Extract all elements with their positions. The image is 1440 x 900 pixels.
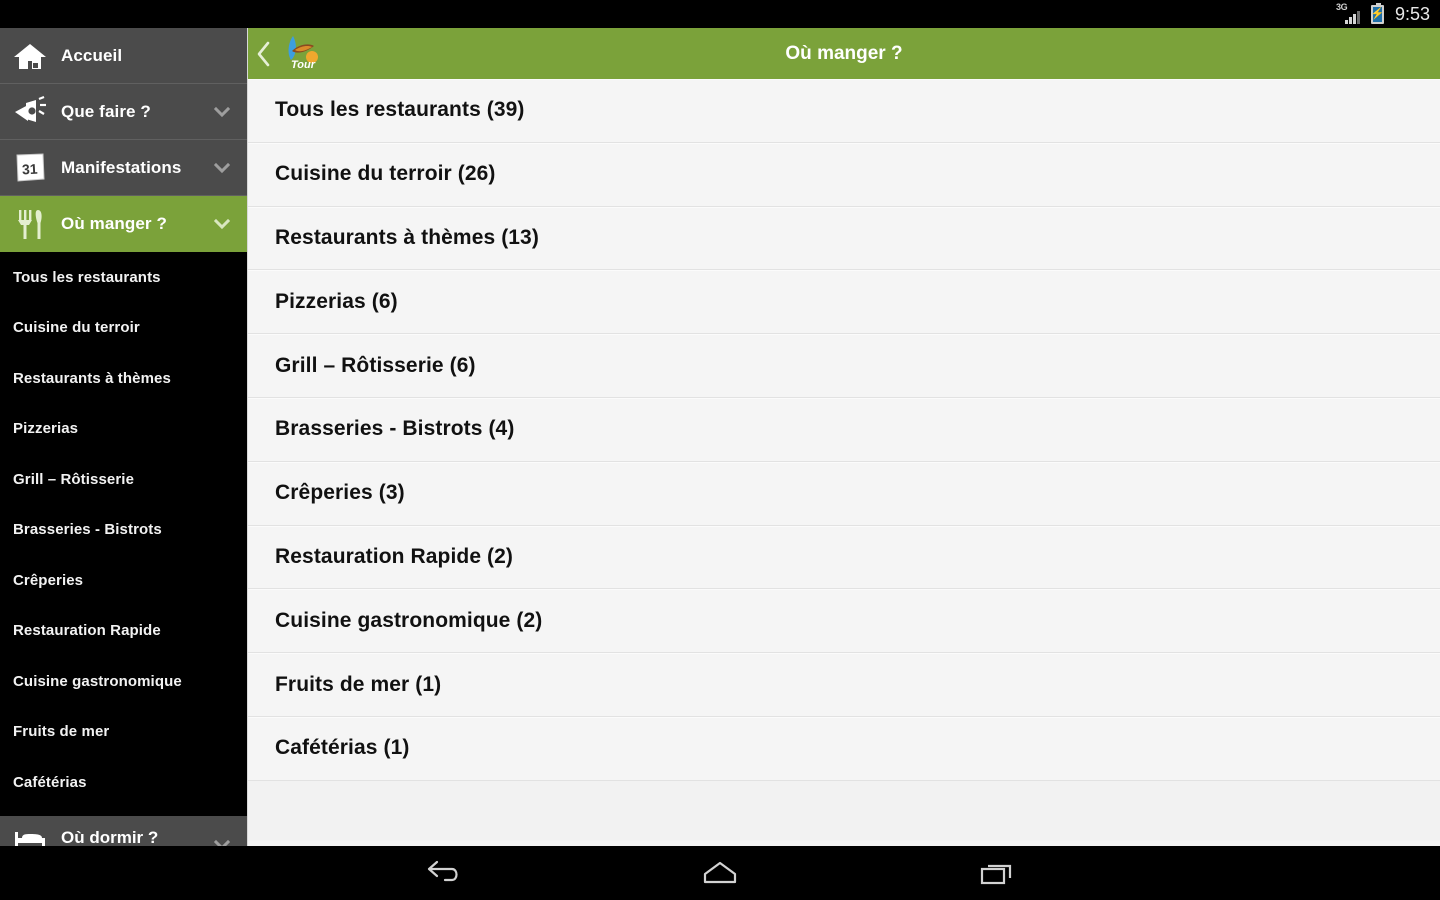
sidebar-subitem-label: Cuisine gastronomique	[13, 672, 182, 690]
bed-icon	[11, 819, 49, 846]
signal-bars-icon: 3G	[1335, 2, 1364, 24]
list-item[interactable]: Cuisine gastronomique (2)	[248, 589, 1440, 654]
sidebar-subitem-label: Cuisine du terroir	[13, 319, 140, 337]
list-item-label: Pizzerias (6)	[275, 289, 398, 313]
sidebar-subitem-tous-les-restaurants[interactable]: Tous les restaurants	[0, 252, 247, 303]
sidebar-subitem-label: Pizzerias	[13, 420, 79, 438]
home-outline-icon[interactable]	[689, 851, 751, 895]
sidebar-subitem-brasseries-bistrots[interactable]: Brasseries - Bistrots	[0, 504, 247, 555]
sidebar-item-accueil[interactable]: Accueil	[0, 28, 247, 84]
list-item[interactable]: Crêperies (3)	[248, 461, 1440, 526]
sidebar-item-label: Manifestations	[61, 157, 182, 177]
list-item-label: Cuisine gastronomique (2)	[275, 608, 543, 632]
back-arrow-icon[interactable]	[412, 851, 474, 895]
list-item[interactable]: Restauration Rapide (2)	[248, 525, 1440, 590]
sidebar-subitem-cafeterias[interactable]: Cafétérias	[0, 757, 247, 808]
calendar-31-icon: 31	[11, 149, 49, 187]
sidebar-subitem-label: Restauration Rapide	[13, 622, 161, 640]
chevron-down-icon[interactable]	[213, 836, 231, 846]
list-item[interactable]: Cafétérias (1)	[248, 716, 1440, 781]
chevron-down-icon[interactable]	[213, 159, 231, 177]
sidebar-item-label: Que faire ?	[61, 101, 151, 121]
sidebar-item-que-faire[interactable]: Que faire ?	[0, 84, 247, 140]
sidebar-subitem-label: Tous les restaurants	[13, 268, 161, 286]
svg-text:31: 31	[22, 160, 39, 177]
megaphone-icon	[11, 93, 49, 131]
category-list: Tous les restaurants (39) Cuisine du ter…	[248, 79, 1440, 846]
app-frame: Accueil Que faire ? 31 Manifestations Où…	[0, 28, 1440, 846]
list-item-label: Restauration Rapide (2)	[275, 544, 514, 568]
list-item-label: Fruits de mer (1)	[275, 672, 442, 696]
sidebar-subitem-restaurants-a-themes[interactable]: Restaurants à thèmes	[0, 353, 247, 404]
sidebar-subitem-label: Restaurants à thèmes	[13, 369, 171, 387]
sidebar-subitem-label: Cafétérias	[13, 773, 87, 791]
sidebar-item-manifestations[interactable]: 31 Manifestations	[0, 140, 247, 196]
list-item-label: Restaurants à thèmes (13)	[275, 225, 539, 249]
sidebar-item-label: Accueil	[61, 45, 123, 65]
list-item-label: Cuisine du terroir (26)	[275, 162, 496, 186]
battery-charging-icon: ⚡	[1371, 2, 1384, 24]
page-title: Où manger ?	[785, 42, 903, 64]
list-item-label: Grill – Rôtisserie (6)	[275, 353, 476, 377]
home-icon	[11, 37, 49, 75]
list-item[interactable]: Restaurants à thèmes (13)	[248, 206, 1440, 271]
sidebar-subitem-label: Brasseries - Bistrots	[13, 521, 162, 539]
status-time: 9:53	[1394, 3, 1430, 24]
android-tablet-screen: 3G ⚡ 9:53 Accueil Que faire ? 31 Manifes…	[0, 0, 1440, 900]
list-item[interactable]: Cuisine du terroir (26)	[248, 142, 1440, 207]
sidebar: Accueil Que faire ? 31 Manifestations Où…	[0, 28, 247, 846]
sidebar-item-label: Où manger ?	[61, 213, 167, 233]
sidebar-subitem-label: Fruits de mer	[13, 723, 110, 741]
list-item[interactable]: Fruits de mer (1)	[248, 653, 1440, 717]
list-item[interactable]: Brasseries - Bistrots (4)	[248, 397, 1440, 462]
sidebar-item-ou-manger[interactable]: Où manger ?	[0, 196, 247, 252]
chevron-left-icon[interactable]	[251, 28, 277, 79]
svg-text:Tour: Tour	[291, 59, 316, 71]
chevron-down-icon[interactable]	[213, 103, 231, 121]
tour-logo-icon[interactable]: Tour	[279, 32, 323, 76]
list-item[interactable]: Tous les restaurants (39)	[248, 79, 1440, 143]
list-item-label: Tous les restaurants (39)	[275, 98, 525, 122]
sidebar-subitem-cuisine-gastronomique[interactable]: Cuisine gastronomique	[0, 656, 247, 707]
cutlery-icon	[11, 205, 49, 243]
sidebar-subitem-creperies[interactable]: Crêperies	[0, 555, 247, 606]
sidebar-item-ou-dormir[interactable]: Où dormir ?	[0, 816, 247, 846]
list-item[interactable]: Grill – Rôtisserie (6)	[248, 334, 1440, 398]
sidebar-subitem-label: Grill – Rôtisserie	[13, 470, 135, 488]
list-item[interactable]: Pizzerias (6)	[248, 270, 1440, 335]
list-item-label: Crêperies (3)	[275, 481, 405, 505]
network-type-label: 3G	[1335, 2, 1348, 12]
sidebar-subitem-fruits-de-mer[interactable]: Fruits de mer	[0, 706, 247, 757]
chevron-down-icon[interactable]	[213, 215, 231, 233]
sidebar-subitem-grill-rotisserie[interactable]: Grill – Rôtisserie	[0, 454, 247, 505]
status-icons: 3G ⚡ 9:53	[1335, 2, 1430, 25]
app-header: Tour Où manger ?	[248, 28, 1440, 79]
status-bar: 3G ⚡ 9:53	[0, 0, 1440, 28]
content-panel: Tour Où manger ? Tous les restaurants (3…	[247, 28, 1440, 846]
sidebar-subitem-restauration-rapide[interactable]: Restauration Rapide	[0, 605, 247, 656]
sidebar-subitem-pizzerias[interactable]: Pizzerias	[0, 403, 247, 454]
android-navigation-bar	[0, 846, 1440, 900]
recent-apps-icon[interactable]	[966, 851, 1028, 895]
list-item-label: Brasseries - Bistrots (4)	[275, 417, 515, 441]
sidebar-item-label: Où dormir ?	[61, 828, 159, 846]
sidebar-subitem-cuisine-du-terroir[interactable]: Cuisine du terroir	[0, 302, 247, 353]
sidebar-subitem-label: Crêperies	[13, 571, 84, 589]
list-empty-tail	[248, 780, 1440, 841]
list-item-label: Cafétérias (1)	[275, 736, 410, 760]
